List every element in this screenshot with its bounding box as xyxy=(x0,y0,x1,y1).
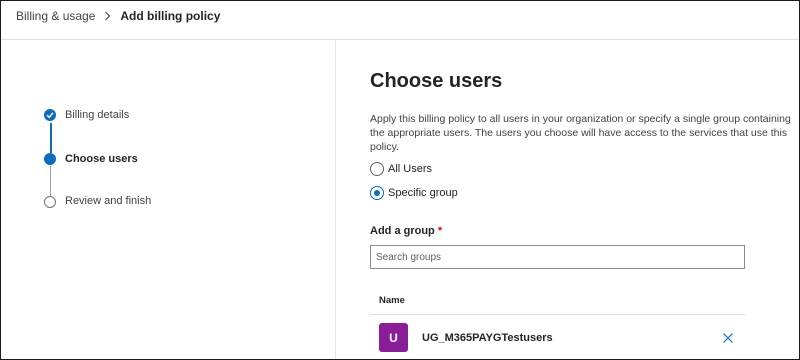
dismiss-icon[interactable] xyxy=(721,331,735,345)
table-row: U UG_M365PAYGTestusers xyxy=(370,321,745,355)
step-choose-users[interactable]: Choose users xyxy=(65,153,138,165)
main-content: Choose users Apply this billing policy t… xyxy=(336,40,799,359)
breadcrumb-bar: Billing & usage Add billing policy xyxy=(1,1,799,40)
step-pending-indicator-icon xyxy=(44,196,56,208)
breadcrumb: Billing & usage Add billing policy xyxy=(16,9,220,23)
chevron-right-icon xyxy=(104,11,111,21)
required-indicator: * xyxy=(437,225,443,237)
add-group-label-text: Add a group xyxy=(370,225,435,237)
page-description: Apply this billing policy to all users i… xyxy=(370,113,791,153)
page-title: Choose users xyxy=(370,70,503,92)
header-divider xyxy=(370,314,745,315)
all-users-option[interactable]: All Users xyxy=(370,162,432,176)
all-users-label: All Users xyxy=(388,163,433,175)
breadcrumb-current: Add billing policy xyxy=(120,9,221,23)
search-groups-input[interactable] xyxy=(371,246,736,268)
add-group-label: Add a group * xyxy=(370,225,442,237)
group-name: UG_M365PAYGTestusers xyxy=(422,332,553,344)
step-connector-completed xyxy=(49,123,52,153)
step-review-and-finish: Review and finish xyxy=(65,195,152,207)
step-connector-pending xyxy=(50,166,51,196)
search-groups-box[interactable] xyxy=(370,245,745,269)
all-users-radio[interactable] xyxy=(370,162,384,176)
breadcrumb-billing-usage-link[interactable]: Billing & usage xyxy=(16,9,95,23)
specific-group-radio[interactable] xyxy=(370,186,384,200)
step-billing-details[interactable]: Billing details xyxy=(65,109,129,121)
specific-group-label: Specific group xyxy=(388,187,458,199)
step-current-indicator-icon xyxy=(44,153,56,165)
specific-group-option[interactable]: Specific group xyxy=(370,186,458,200)
add-billing-policy-window: Billing & usage Add billing policy Billi… xyxy=(0,0,800,360)
column-header-name[interactable]: Name xyxy=(379,295,405,306)
group-avatar: U xyxy=(379,323,408,352)
wizard-stepper: Billing details Choose users Review and … xyxy=(1,40,336,359)
step-completed-checkmark-icon xyxy=(44,109,56,121)
